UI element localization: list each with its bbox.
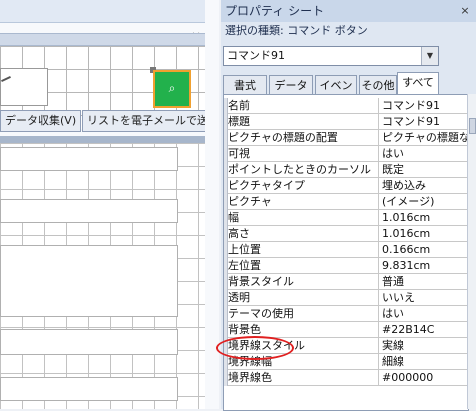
- selection-type: コマンド ボタン: [287, 24, 368, 37]
- command-button-91[interactable]: ⌕: [153, 70, 191, 108]
- property-row[interactable]: 高さ 1.016cm: [224, 226, 468, 242]
- form-field[interactable]: [0, 245, 178, 317]
- detail-section-grid: [0, 143, 205, 409]
- tab-format[interactable]: 書式: [223, 75, 267, 94]
- property-row[interactable]: 名前 コマンド91: [224, 98, 468, 114]
- form-field[interactable]: [0, 377, 178, 401]
- property-row[interactable]: ポイントしたときのカーソル 既定: [224, 162, 468, 178]
- design-control-box[interactable]: [0, 68, 48, 106]
- scroll-thumb[interactable]: [469, 118, 476, 134]
- binoculars-icon: ⌕: [168, 81, 176, 95]
- property-tabs: 書式 データ イベント その他 すべて: [223, 72, 476, 111]
- close-icon[interactable]: ×: [458, 4, 472, 18]
- property-row[interactable]: 透明 いいえ: [224, 290, 468, 306]
- property-row[interactable]: 幅 1.016cm: [224, 210, 468, 226]
- property-row[interactable]: 標題 コマンド91: [224, 114, 468, 130]
- property-row[interactable]: 背景スタイル 普通: [224, 274, 468, 290]
- property-row[interactable]: 上位置 0.166cm: [224, 242, 468, 258]
- property-sheet-title: プロパティ シート: [221, 0, 476, 22]
- property-row[interactable]: ピクチャタイプ 埋め込み: [224, 178, 468, 194]
- selection-type-label: 選択の種類: コマンド ボタン: [225, 24, 368, 38]
- object-selector[interactable]: コマンド91 ▼: [223, 46, 439, 66]
- form-field[interactable]: [0, 199, 178, 223]
- property-row[interactable]: テーマの使用 はい: [224, 306, 468, 322]
- property-row[interactable]: 左位置 9.831cm: [224, 258, 468, 274]
- property-row[interactable]: 境界線色 #000000: [224, 370, 468, 386]
- property-scrollbar[interactable]: [467, 94, 476, 409]
- selection-label: 選択の種類:: [225, 24, 284, 37]
- section-header-strip: [0, 33, 205, 46]
- property-row[interactable]: 可視 はい: [224, 146, 468, 162]
- property-row[interactable]: ピクチャの標題の配置ピクチャの標題なし: [224, 130, 468, 146]
- form-design-surface: × ⌕ データ収集(V) リストを電子メールで送: [0, 0, 205, 409]
- highlight-circle: [216, 336, 294, 360]
- chevron-down-icon[interactable]: ▼: [421, 47, 438, 65]
- design-button-row: データ収集(V) リストを電子メールで送: [0, 110, 205, 132]
- design-top-bar: [0, 0, 205, 23]
- email-list-button[interactable]: リストを電子メールで送: [82, 110, 205, 132]
- property-grid: 名前コマンド91 標題コマンド91 ピクチャの標題の配置ピクチャの標題なし 可視…: [223, 94, 469, 411]
- section-divider: [0, 136, 205, 143]
- tab-other[interactable]: その他: [359, 75, 397, 94]
- tab-event[interactable]: イベント: [315, 75, 357, 111]
- data-collect-button[interactable]: データ収集(V): [0, 110, 82, 132]
- form-field[interactable]: [0, 147, 178, 171]
- object-selector-value: コマンド91: [227, 49, 285, 62]
- tab-data[interactable]: データ: [269, 75, 313, 94]
- form-field[interactable]: [0, 329, 178, 355]
- property-row[interactable]: ピクチャ (イメージ): [224, 194, 468, 210]
- tab-all[interactable]: すべて: [397, 72, 439, 95]
